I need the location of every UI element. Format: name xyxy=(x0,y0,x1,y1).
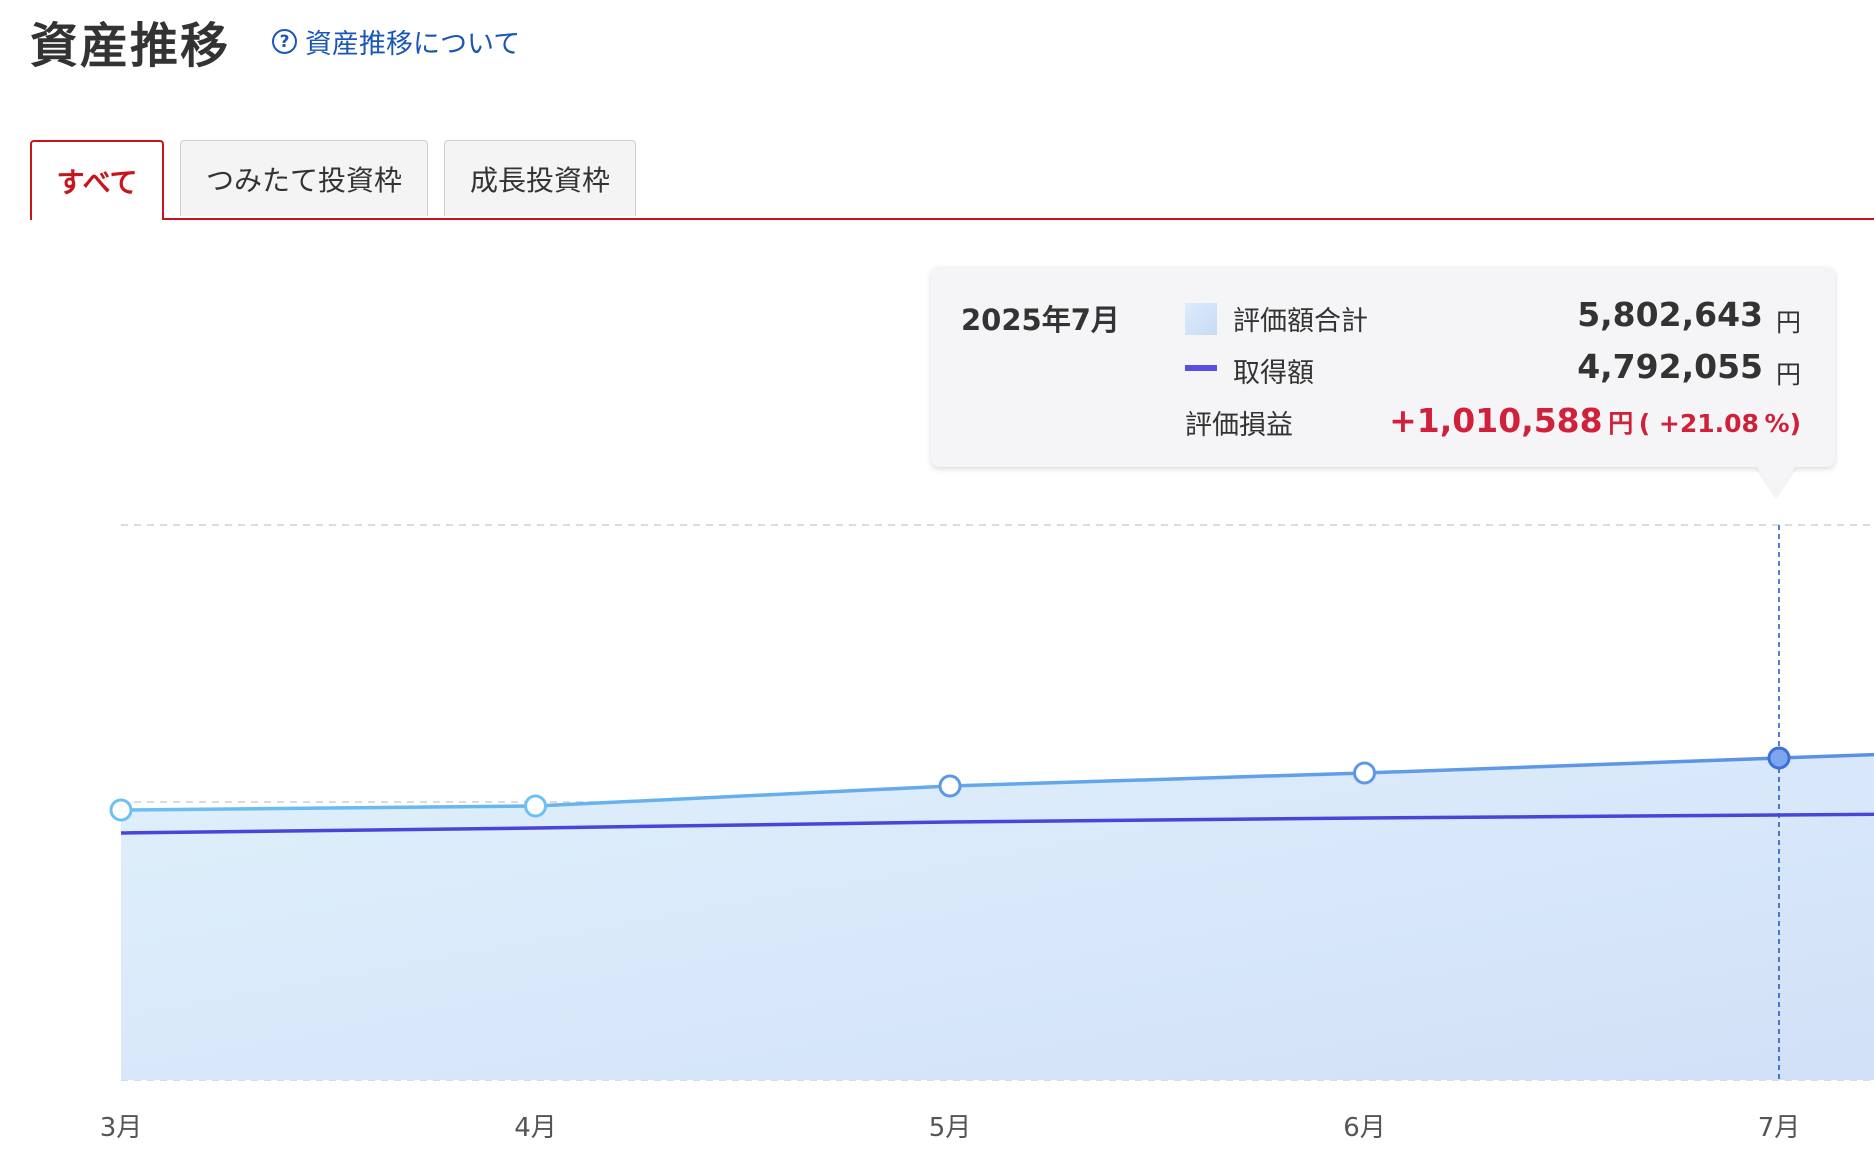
valuation-point[interactable] xyxy=(109,798,133,822)
x-axis-labels: 3月 4月 5月 6月 7月 xyxy=(100,1113,1801,1143)
tooltip-valuation-value: 5,802,643 xyxy=(1577,295,1763,334)
tooltip-pl: +1,010,588 円 ( +21.08 %) xyxy=(1389,401,1801,440)
acquisition-legend-swatch xyxy=(1185,365,1217,371)
valuation-area xyxy=(121,754,1874,1080)
tooltip-valuation-label: 評価額合計 xyxy=(1233,306,1368,337)
tooltip-date: 2025年7月 xyxy=(961,303,1120,337)
tooltip-pl-percent-close: %) xyxy=(1764,409,1801,438)
asset-transition-page: 資産推移 ? 資産推移について すべて つみたて投資枠 成長投資枠 3月 4月 … xyxy=(0,0,1874,1174)
tooltip-acquisition-value: 4,792,055 xyxy=(1577,347,1763,386)
tooltip-pl-percent: ( +21.08 xyxy=(1638,409,1759,438)
x-axis-label: 3月 xyxy=(100,1113,143,1143)
x-axis-label: 7月 xyxy=(1758,1113,1801,1143)
tooltip-pl-unit: 円 xyxy=(1608,409,1634,438)
valuation-point[interactable] xyxy=(1353,761,1376,785)
chart-tooltip: 2025年7月 評価額合計 5,802,643 円 取得額 4,792,055 … xyxy=(931,267,1835,467)
x-axis-label: 4月 xyxy=(514,1113,557,1143)
tooltip-valuation-unit: 円 xyxy=(1775,308,1801,337)
valuation-legend-swatch xyxy=(1185,303,1217,335)
tooltip-acquisition-unit: 円 xyxy=(1775,360,1801,389)
tooltip-pl-value: +1,010,588 xyxy=(1389,401,1603,440)
tooltip-pl-label: 評価損益 xyxy=(1185,410,1293,441)
tooltip-arrow xyxy=(1756,466,1796,496)
valuation-point[interactable] xyxy=(524,794,547,818)
asset-chart[interactable]: 3月 4月 5月 6月 7月 xyxy=(0,0,1874,1174)
x-axis-label: 6月 xyxy=(1343,1113,1386,1143)
valuation-point[interactable] xyxy=(938,774,962,798)
x-axis-label: 5月 xyxy=(929,1113,972,1143)
tooltip-acquisition-label: 取得額 xyxy=(1233,358,1314,389)
valuation-point[interactable] xyxy=(1767,746,1791,770)
